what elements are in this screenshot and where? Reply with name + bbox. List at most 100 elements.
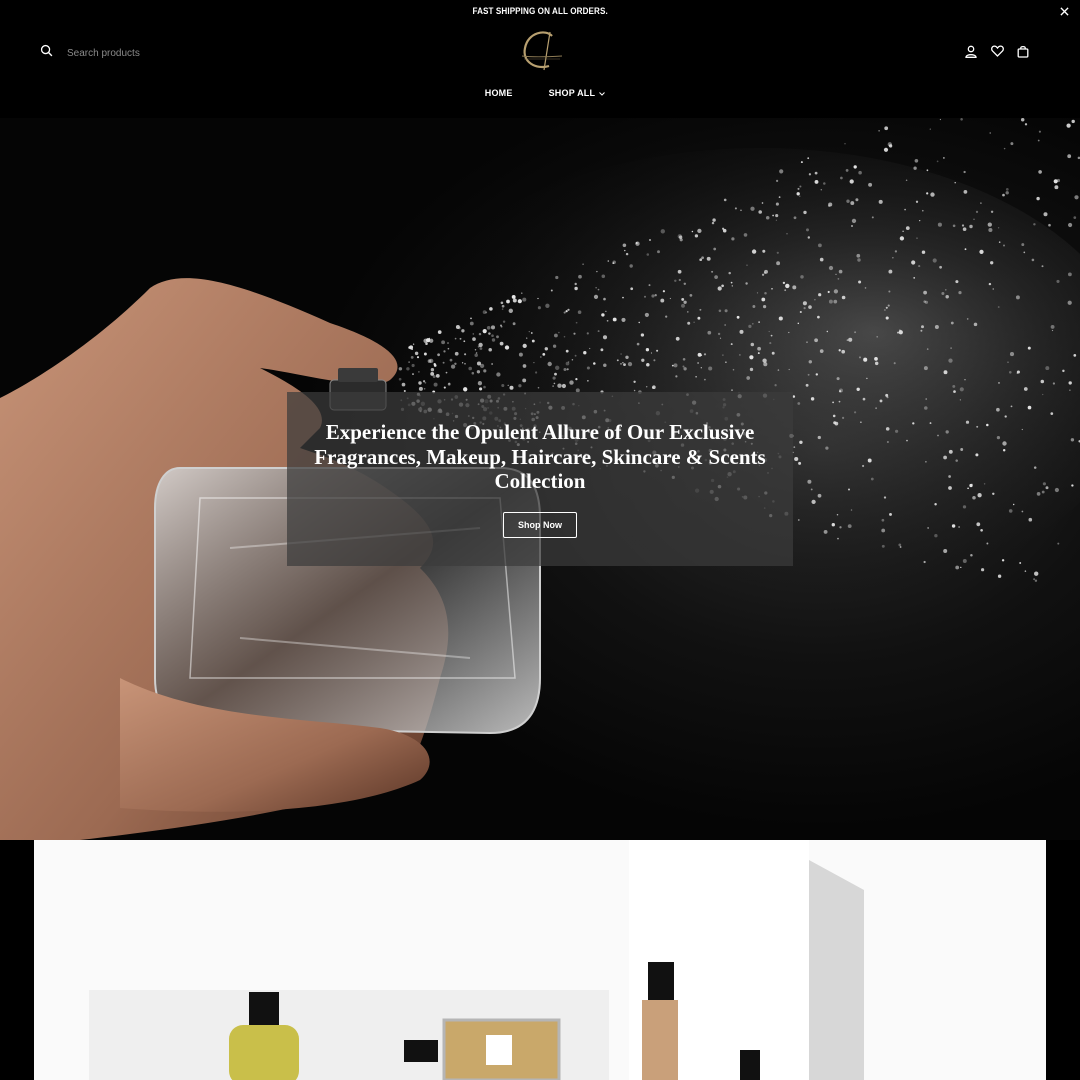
spray-particle bbox=[646, 362, 650, 367]
spray-particle bbox=[763, 362, 768, 367]
spray-particle bbox=[987, 222, 992, 227]
nav-item-home[interactable]: HOME bbox=[485, 88, 513, 98]
spray-particle bbox=[794, 456, 799, 462]
spray-particle bbox=[483, 369, 487, 373]
search-icon[interactable] bbox=[40, 44, 53, 62]
spray-particle bbox=[1033, 223, 1036, 226]
spray-particle bbox=[652, 385, 656, 390]
brand-logo[interactable] bbox=[516, 26, 566, 76]
spray-particle bbox=[665, 315, 668, 318]
spray-particle bbox=[893, 362, 896, 365]
spray-particle bbox=[1003, 244, 1005, 247]
spray-particle bbox=[778, 316, 783, 321]
spray-particle bbox=[620, 353, 622, 355]
spray-particle bbox=[1048, 223, 1051, 227]
spray-particle bbox=[689, 294, 693, 297]
spray-particle bbox=[593, 362, 596, 365]
spray-particle bbox=[807, 479, 812, 484]
spray-particle bbox=[875, 407, 877, 410]
spray-particle bbox=[522, 364, 527, 368]
spray-particle bbox=[962, 505, 967, 509]
spray-particle bbox=[474, 349, 477, 351]
spray-particle bbox=[856, 387, 860, 391]
spray-particle bbox=[961, 224, 965, 227]
spray-particle bbox=[952, 384, 956, 388]
spray-particle bbox=[833, 289, 839, 294]
spray-particle bbox=[761, 297, 766, 302]
spray-particle bbox=[810, 397, 815, 401]
spray-particle bbox=[751, 322, 754, 325]
spray-particle bbox=[799, 310, 802, 314]
account-icon[interactable] bbox=[964, 44, 978, 58]
spray-particle bbox=[864, 287, 867, 289]
spray-particle bbox=[775, 179, 779, 183]
shop-now-button[interactable]: Shop Now bbox=[503, 512, 577, 538]
spray-particle bbox=[970, 553, 973, 557]
spray-particle bbox=[876, 335, 879, 338]
spray-particle bbox=[674, 279, 677, 283]
cart-icon[interactable] bbox=[1016, 44, 1030, 58]
spray-particle bbox=[814, 298, 816, 301]
spray-particle bbox=[683, 367, 687, 371]
spray-particle bbox=[409, 345, 414, 350]
spray-particle bbox=[1002, 449, 1006, 452]
spray-particle bbox=[1057, 542, 1060, 545]
spray-particle bbox=[1031, 258, 1035, 262]
spray-particle bbox=[1034, 579, 1038, 582]
spray-particle bbox=[447, 347, 450, 350]
spray-particle bbox=[423, 352, 427, 356]
spray-particle bbox=[724, 324, 726, 326]
spray-particle bbox=[595, 287, 597, 289]
spray-particle bbox=[531, 339, 535, 343]
spray-particle bbox=[1015, 295, 1020, 300]
spray-particle bbox=[749, 355, 754, 360]
spray-particle bbox=[997, 306, 1000, 308]
spray-particle bbox=[1021, 243, 1025, 247]
spray-particle bbox=[681, 297, 685, 301]
spray-particle bbox=[885, 306, 888, 309]
spray-particle bbox=[776, 261, 781, 266]
spray-particle bbox=[418, 381, 422, 385]
spray-particle bbox=[772, 214, 774, 217]
search-input[interactable] bbox=[67, 47, 217, 59]
spray-particle bbox=[881, 518, 885, 522]
spray-particle bbox=[669, 297, 672, 300]
spray-particle bbox=[932, 258, 937, 263]
spray-particle bbox=[471, 371, 475, 375]
spray-particle bbox=[410, 356, 414, 359]
spray-particle bbox=[624, 249, 626, 252]
spray-particle bbox=[430, 368, 435, 372]
spray-particle bbox=[854, 411, 857, 414]
spray-particle bbox=[425, 342, 428, 345]
spray-particle bbox=[406, 367, 410, 371]
spray-particle bbox=[941, 291, 945, 296]
spray-particle bbox=[1003, 147, 1006, 150]
spray-particle bbox=[913, 277, 916, 279]
nav-item-shop-all[interactable]: SHOP ALL bbox=[549, 88, 606, 98]
spray-particle bbox=[605, 310, 607, 312]
spray-particle bbox=[911, 260, 916, 265]
spray-particle bbox=[1073, 354, 1077, 357]
spray-particle bbox=[554, 333, 558, 338]
wishlist-icon[interactable] bbox=[990, 44, 1004, 58]
spray-particle bbox=[943, 455, 947, 460]
spray-particle bbox=[748, 324, 752, 329]
spray-particle bbox=[682, 358, 686, 361]
spray-particle bbox=[660, 298, 665, 303]
spray-particle bbox=[707, 330, 712, 335]
spray-particle bbox=[990, 261, 994, 265]
spray-particle bbox=[860, 421, 862, 423]
spray-particle bbox=[996, 407, 1000, 412]
spray-particle bbox=[1021, 510, 1024, 513]
spray-particle bbox=[921, 250, 926, 254]
spray-particle bbox=[762, 304, 767, 309]
spray-particle bbox=[858, 170, 862, 175]
spray-particle bbox=[477, 381, 483, 386]
spray-particle bbox=[496, 335, 499, 339]
spray-particle bbox=[930, 192, 935, 197]
nav-item-label: SHOP ALL bbox=[548, 88, 596, 98]
spray-particle bbox=[934, 534, 938, 538]
spray-particle bbox=[958, 526, 960, 528]
spray-particle bbox=[866, 377, 868, 380]
close-icon[interactable] bbox=[1056, 3, 1072, 19]
